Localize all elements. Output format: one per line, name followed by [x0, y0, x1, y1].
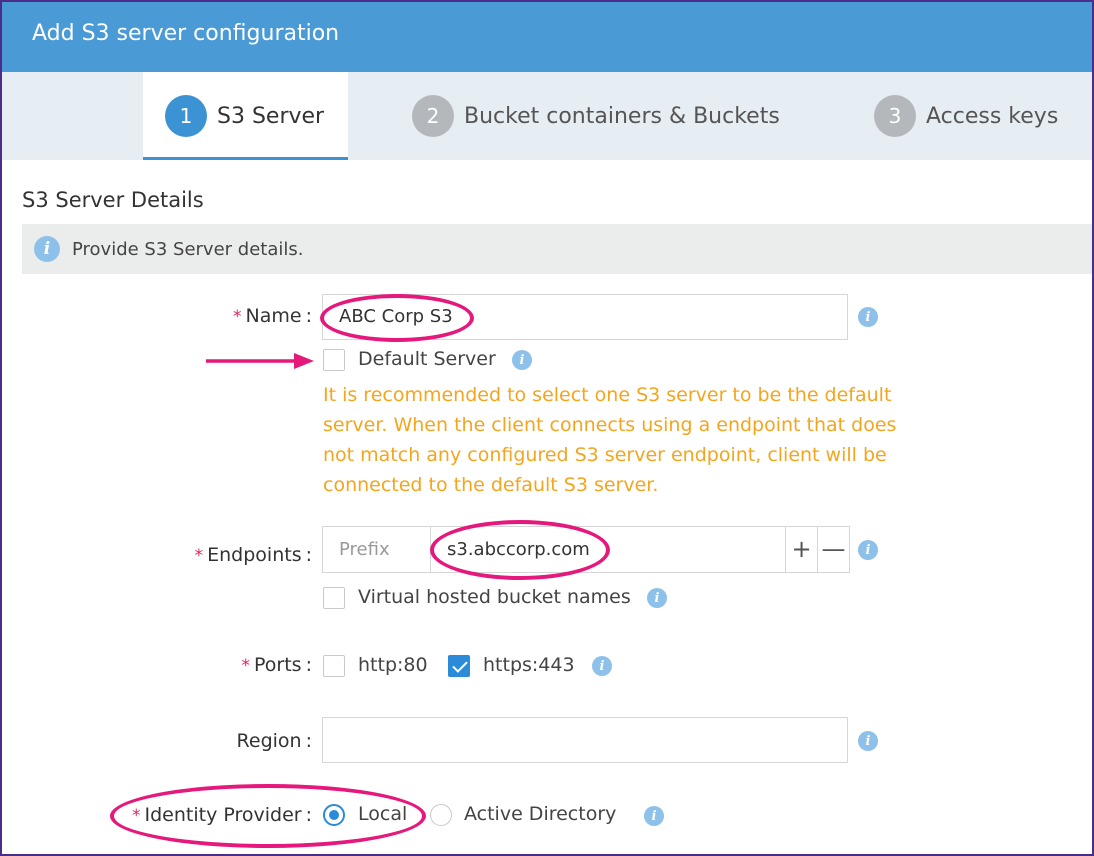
- https-port-checkbox[interactable]: [448, 655, 470, 677]
- region-label: Region:: [236, 730, 312, 752]
- required-marker: *: [241, 656, 251, 676]
- dialog-title: Add S3 server configuration: [2, 2, 1092, 72]
- http-port-label: http:80: [358, 654, 428, 676]
- section-title: S3 Server Details: [22, 188, 204, 212]
- info-icon[interactable]: i: [592, 656, 612, 676]
- default-server-label: Default Server: [358, 348, 496, 370]
- step-label: Access keys: [926, 103, 1059, 129]
- https-port-label: https:443: [483, 654, 575, 676]
- active-directory-radio[interactable]: [430, 804, 452, 826]
- virtual-hosted-checkbox[interactable]: [323, 587, 345, 609]
- step-access-keys[interactable]: 3 Access keys: [874, 72, 1058, 160]
- wizard-steps: 1 S3 Server 2 Bucket containers & Bucket…: [2, 72, 1092, 160]
- region-input[interactable]: [322, 717, 848, 763]
- default-server-checkbox[interactable]: [323, 349, 345, 371]
- dialog: Add S3 server configuration 1 S3 Server …: [0, 0, 1094, 856]
- name-input[interactable]: ABC Corp S3: [322, 294, 848, 340]
- step-bucket-containers[interactable]: 2 Bucket containers & Buckets: [412, 72, 780, 160]
- endpoints-label: * Endpoints:: [194, 544, 312, 566]
- ports-label: * Ports:: [241, 654, 312, 676]
- info-icon[interactable]: i: [647, 588, 667, 608]
- step-label: Bucket containers & Buckets: [464, 103, 780, 129]
- step-label: S3 Server: [217, 103, 325, 129]
- local-radio-label: Local: [358, 803, 408, 825]
- step-number: 1: [165, 95, 207, 137]
- remove-endpoint-button[interactable]: —: [817, 527, 849, 572]
- step-number: 3: [874, 95, 916, 137]
- required-marker: *: [194, 546, 204, 566]
- active-directory-radio-label: Active Directory: [464, 803, 617, 825]
- endpoint-input-group: Prefix s3.abccorp.com + —: [322, 526, 850, 573]
- step-s3-server[interactable]: 1 S3 Server: [143, 72, 349, 160]
- add-endpoint-button[interactable]: +: [785, 527, 817, 572]
- info-banner: i Provide S3 Server details.: [22, 224, 1092, 274]
- identity-provider-label: * Identity Provider:: [132, 804, 312, 826]
- info-icon[interactable]: i: [858, 307, 878, 327]
- endpoint-input[interactable]: s3.abccorp.com: [431, 527, 785, 572]
- info-banner-text: Provide S3 Server details.: [72, 238, 304, 260]
- arrow-right-icon: [206, 353, 314, 369]
- step-number: 2: [412, 95, 454, 137]
- default-server-warning: It is recommended to select one S3 serve…: [323, 384, 897, 496]
- info-icon: i: [34, 236, 60, 262]
- info-icon[interactable]: i: [644, 806, 664, 826]
- required-marker: *: [132, 806, 141, 826]
- name-label: * Name:: [233, 305, 312, 327]
- required-marker: *: [233, 307, 242, 327]
- info-icon[interactable]: i: [858, 731, 878, 751]
- info-icon[interactable]: i: [512, 350, 532, 370]
- http-port-checkbox[interactable]: [323, 655, 345, 677]
- local-radio[interactable]: [323, 804, 345, 826]
- virtual-hosted-label: Virtual hosted bucket names: [358, 586, 631, 608]
- info-icon[interactable]: i: [858, 540, 878, 560]
- endpoint-prefix-input[interactable]: Prefix: [323, 527, 431, 572]
